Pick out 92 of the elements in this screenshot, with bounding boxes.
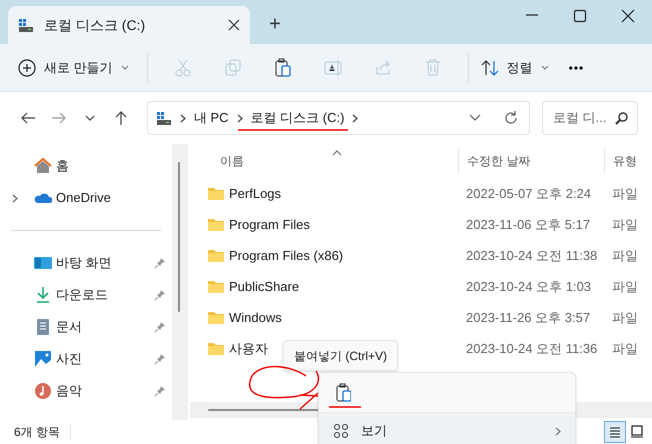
date-cell-text: 2023-10-24 오전 11:36 (465, 340, 598, 358)
details-view-button[interactable] (604, 421, 626, 443)
file-name: Windows (229, 308, 282, 327)
paste-icon (335, 382, 351, 402)
sidebar-item[interactable]: 바탕 화면 (0, 247, 172, 279)
folder-icon (208, 218, 224, 231)
file-name: PerfLogs (229, 184, 282, 203)
date-cell-text: 2023-11-06 오후 5:17 (465, 216, 592, 234)
annotation-underline (329, 406, 361, 408)
type-cell-text: 파일 (611, 308, 638, 327)
scissors-icon (174, 58, 192, 78)
pin-icon (154, 353, 166, 365)
scrollbar-thumb[interactable] (178, 162, 180, 312)
back-arrow-icon[interactable] (20, 110, 36, 126)
plus-circle-icon (18, 58, 36, 76)
tab-title: 로컬 디스크 (C:) (44, 16, 146, 35)
address-bar[interactable]: 내 PC 로컬 디스크 (C:) (146, 101, 530, 135)
download-icon (34, 286, 52, 304)
tooltip: 붙여넣기 (Ctrl+V) (283, 340, 398, 371)
search-icon (614, 111, 629, 125)
copy-icon (224, 58, 242, 78)
pin-icon (154, 257, 166, 269)
sidebar-item[interactable]: 홈 (0, 150, 172, 182)
folder-icon (208, 249, 224, 262)
column-header[interactable]: 이름 (190, 148, 458, 174)
menu-item[interactable]: 보기 (319, 413, 575, 444)
desktop-icon (34, 254, 52, 272)
sort-arrows-icon (480, 60, 499, 76)
sort-up-icon (332, 150, 342, 156)
folder-icon (208, 342, 224, 355)
document-icon (34, 318, 52, 336)
new-button[interactable]: 새로 만들기 (18, 50, 135, 84)
file-name: Program Files (229, 216, 310, 234)
chevron-right-icon[interactable] (12, 194, 18, 202)
sort-button[interactable]: 정렬 (480, 50, 549, 84)
pin-icon (154, 385, 166, 397)
date-cell-text: 2023-10-24 오후 1:03 (465, 278, 592, 296)
annotation-scribble (248, 366, 320, 410)
drive-icon (156, 110, 172, 126)
window-tab[interactable]: 로컬 디스크 (C:) (8, 6, 250, 44)
close-icon[interactable] (228, 19, 240, 31)
forward-arrow-icon[interactable] (50, 110, 67, 126)
sidebar-item[interactable]: 사진 (0, 343, 172, 375)
sidebar-item[interactable]: 문서 (0, 311, 172, 343)
date-cell-text: 2023-11-26 오후 3:57 (465, 308, 592, 327)
sidebar-item[interactable]: 다운로드 (0, 279, 172, 311)
trash-icon (424, 58, 442, 78)
chevron-down-icon (540, 64, 549, 70)
paste-icon (274, 58, 292, 78)
file-name: 사용자 (229, 340, 268, 358)
chevron-down-icon (120, 64, 129, 70)
chevron-right-icon (352, 114, 358, 122)
sidebar-item[interactable]: OneDrive (0, 182, 172, 214)
music-icon (34, 382, 52, 400)
drive-icon (18, 18, 34, 32)
item-count: 6개 항목 (14, 423, 72, 441)
close-icon[interactable] (621, 9, 635, 23)
new-tab-button[interactable]: + (260, 12, 290, 36)
share-icon (374, 58, 392, 78)
rename-icon (324, 58, 342, 78)
folder-icon (208, 280, 224, 293)
chevron-down-icon[interactable] (468, 114, 481, 122)
more-button[interactable]: ••• (568, 58, 584, 76)
chevron-right-icon (180, 114, 186, 122)
file-name: PublicShare (229, 278, 300, 296)
pin-icon (154, 289, 166, 301)
type-cell-text: 파일 (611, 184, 638, 203)
date-cell-text: 2023-10-24 오전 11:38 (465, 246, 598, 265)
chevron-right-icon (555, 426, 561, 436)
type-cell-text: 파일 (611, 216, 638, 234)
maximize-icon[interactable] (573, 9, 587, 23)
pin-icon (154, 321, 166, 333)
refresh-icon[interactable] (502, 110, 519, 126)
type-cell-text: 파일 (611, 278, 638, 296)
home-icon (34, 157, 52, 175)
date-cell-text: 2022-05-07 오후 2:24 (465, 184, 592, 203)
sidebar-item[interactable]: 음악 (0, 375, 172, 407)
type-cell-text: 파일 (611, 340, 638, 358)
folder-icon (208, 311, 224, 324)
picture-icon (34, 350, 52, 368)
folder-icon (208, 187, 224, 200)
column-header[interactable]: 유형 (604, 148, 652, 174)
file-name: Program Files (x86) (229, 246, 344, 265)
type-cell-text: 파일 (611, 246, 638, 265)
breadcrumb-item[interactable]: 내 PC (194, 108, 229, 128)
search-box[interactable]: 로컬 디... (542, 101, 638, 135)
search-field[interactable]: 로컬 디... (552, 108, 609, 128)
grid-icon (333, 423, 349, 439)
tile-icon (630, 424, 644, 440)
column-header[interactable]: 수정한 날짜 (458, 148, 604, 174)
chevron-right-icon (236, 114, 243, 122)
breadcrumb-item[interactable]: 로컬 디스크 (C:) (250, 108, 344, 128)
